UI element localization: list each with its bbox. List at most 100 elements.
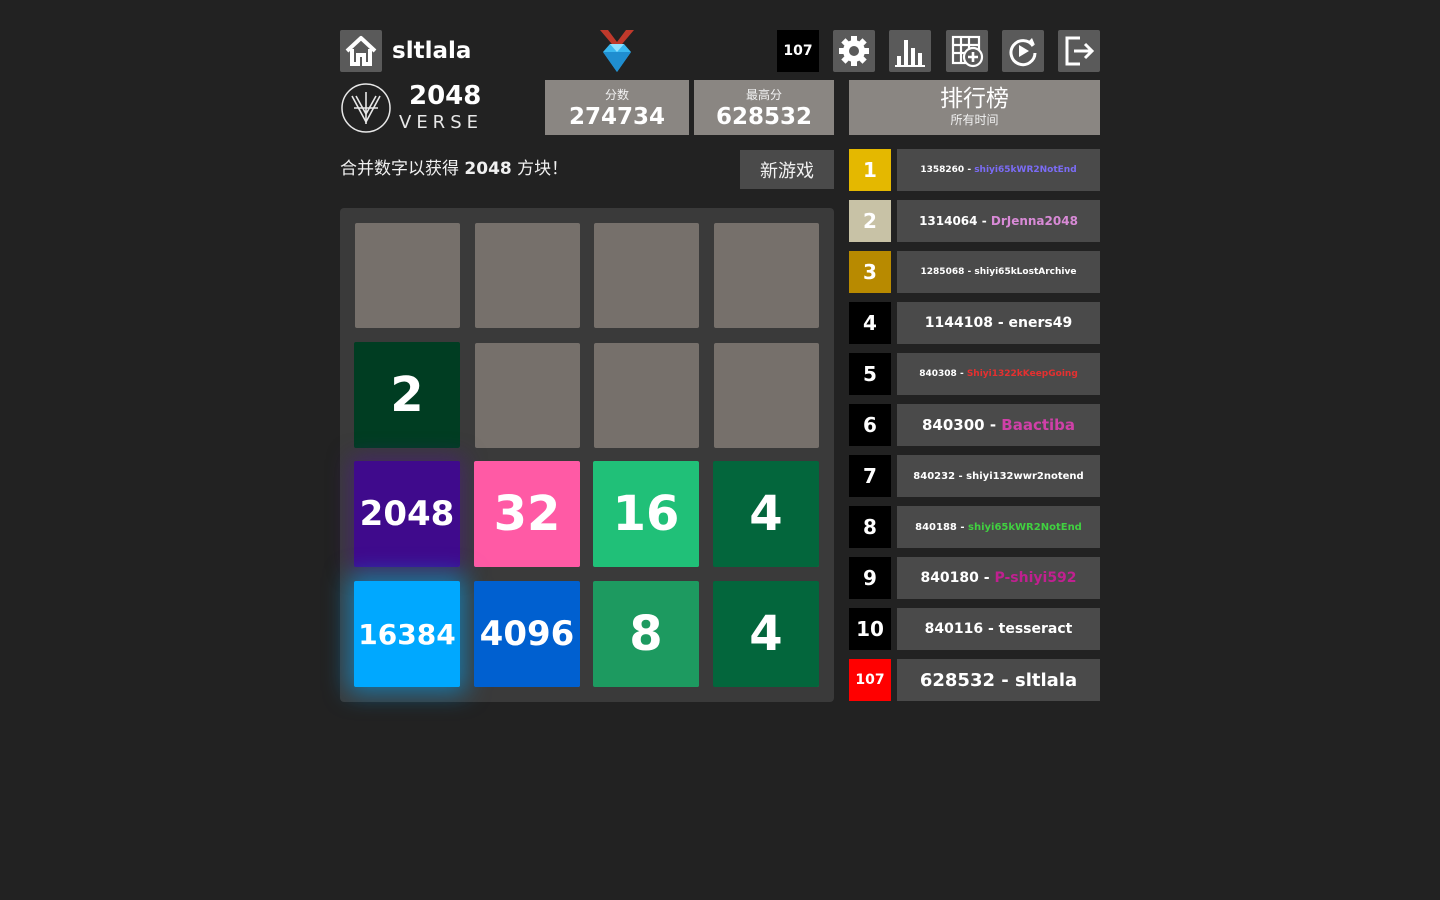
leaderboard-entry[interactable]: 1358260 - shiyi65kWR2NotEnd [897, 149, 1100, 191]
home-icon [345, 36, 377, 66]
gear-icon [839, 36, 869, 66]
leaderboard-score: 840180 [920, 570, 979, 586]
board-cell [594, 223, 699, 328]
best-score-label: 最高分 [745, 88, 782, 102]
leaderboard-entry[interactable]: 840308 - Shiyi1322kKeepGoing [897, 353, 1100, 395]
tile-16384: 16384 [354, 581, 460, 687]
leaderboard-score: 840308 [919, 369, 957, 379]
leaderboard-separator: - [977, 214, 991, 228]
score-box: 分数 274734 [545, 80, 689, 135]
verse-logo-icon [340, 82, 392, 134]
leaderboard-score: 840232 [913, 470, 956, 482]
tile-2: 2 [354, 342, 460, 448]
leaderboard-player-name: shiyi132wwr2notend [966, 470, 1084, 482]
leaderboard-separator: - [992, 315, 1009, 331]
game-board[interactable]: 2 2048 32 16 4 16384 4096 8 4 [340, 208, 834, 702]
leaderboard-player-name: shiyi65kWR2NotEnd [974, 165, 1077, 175]
leaderboard-rank: 2 [849, 200, 891, 242]
tile-4096: 4096 [474, 581, 580, 687]
leaderboard-score: 840188 [915, 521, 957, 533]
intro-target: 2048 [464, 159, 512, 179]
leaderboard-player-name: tesseract [998, 621, 1073, 637]
leaderboard-title: 排行榜 [940, 86, 1009, 112]
leaderboard-entry[interactable]: 840232 - shiyi132wwr2notend [897, 455, 1100, 497]
tile-4: 4 [713, 581, 819, 687]
logout-button[interactable] [1058, 30, 1100, 72]
leaderboard-player-name: eners49 [1008, 315, 1073, 331]
leaderboard-entry[interactable]: 1144108 - eners49 [897, 302, 1100, 344]
board-cell [594, 343, 699, 448]
brand-number: 2048 [409, 81, 482, 111]
leaderboard-rank: 3 [849, 251, 891, 293]
board-cell [714, 343, 819, 448]
replay-icon [1009, 38, 1037, 67]
tile-4: 4 [713, 461, 819, 567]
intro-prefix: 合并数字以获得 [340, 159, 465, 179]
leaderboard-separator: - [956, 521, 969, 533]
leaderboard-entry[interactable]: 840188 - shiyi65kWR2NotEnd [897, 506, 1100, 548]
logout-icon [1065, 36, 1095, 66]
leaderboard-entry[interactable]: 628532 - sltlala [897, 659, 1100, 701]
settings-button[interactable] [833, 30, 875, 72]
leaderboard-player-name: shiyi65kLostArchive [974, 267, 1077, 277]
intro-suffix: 方块！ [511, 159, 569, 179]
leaderboard-score: 628532 [919, 669, 995, 691]
score-label: 分数 [604, 88, 629, 102]
leaderboard-rank: 4 [849, 302, 891, 344]
leaderboard-entry[interactable]: 1285068 - shiyi65kLostArchive [897, 251, 1100, 293]
username: sltlala [392, 38, 472, 64]
new-board-button[interactable] [946, 30, 988, 72]
new-board-icon [951, 35, 984, 68]
leaderboard-separator: - [956, 369, 967, 379]
leaderboard-separator: - [995, 669, 1016, 691]
statistics-button[interactable] [889, 30, 931, 72]
best-score-box: 最高分 628532 [694, 80, 834, 135]
leaderboard-separator: - [964, 165, 975, 175]
leaderboard-entry[interactable]: 840300 - Baactiba [897, 404, 1100, 446]
leaderboard-separator: - [978, 570, 995, 586]
board-cell [475, 343, 580, 448]
home-button[interactable] [340, 30, 382, 72]
board-cell [714, 223, 819, 328]
leaderboard-header[interactable]: 排行榜 所有时间 [849, 80, 1100, 135]
leaderboard-separator: - [983, 621, 999, 637]
leaderboard-player-name: P-shiyi592 [994, 570, 1077, 586]
game-intro: 合并数字以获得 2048 方块！ [340, 157, 568, 181]
board-cell [355, 223, 460, 328]
leaderboard-entry[interactable]: 1314064 - DrJenna2048 [897, 200, 1100, 242]
leaderboard-player-name: sltlala [1015, 669, 1078, 691]
leaderboard-rank: 10 [849, 608, 891, 650]
leaderboard-entry[interactable]: 840180 - P-shiyi592 [897, 557, 1100, 599]
leaderboard-player-name: DrJenna2048 [990, 214, 1078, 228]
leaderboard-score: 1358260 [920, 165, 965, 175]
leaderboard-score: 840300 [921, 416, 985, 434]
leaderboard-entry[interactable]: 840116 - tesseract [897, 608, 1100, 650]
new-game-button[interactable]: 新游戏 [740, 150, 834, 189]
best-score-value: 628532 [715, 104, 813, 130]
stats-icon [895, 40, 925, 67]
leaderboard-score: 1144108 [924, 315, 993, 331]
tile-8: 8 [593, 581, 699, 687]
tile-16: 16 [593, 461, 699, 567]
leaderboard-subtitle: 所有时间 [950, 113, 999, 127]
score-value: 274734 [568, 104, 666, 130]
leaderboard-score: 1285068 [920, 267, 965, 277]
diamond-logo-icon [596, 28, 638, 74]
leaderboard-rank: 6 [849, 404, 891, 446]
leaderboard-rank: 107 [849, 659, 891, 701]
board-cell [475, 223, 580, 328]
leaderboard-rank: 7 [849, 455, 891, 497]
leaderboard-rank: 8 [849, 506, 891, 548]
tile-2048: 2048 [354, 461, 460, 567]
leaderboard-separator: - [984, 416, 1002, 434]
replay-button[interactable] [1002, 30, 1044, 72]
leaderboard-score: 1314064 [919, 214, 978, 228]
leaderboard-score: 840116 [924, 621, 984, 637]
brand-word: VERSE [399, 112, 483, 133]
player-rank-badge[interactable]: 107 [777, 30, 819, 72]
leaderboard-rank: 1 [849, 149, 891, 191]
leaderboard-player-name: Shiyi1322kKeepGoing [966, 369, 1078, 379]
leaderboard-player-name: shiyi65kWR2NotEnd [968, 521, 1082, 533]
tile-32: 32 [474, 461, 580, 567]
leaderboard-rank: 5 [849, 353, 891, 395]
